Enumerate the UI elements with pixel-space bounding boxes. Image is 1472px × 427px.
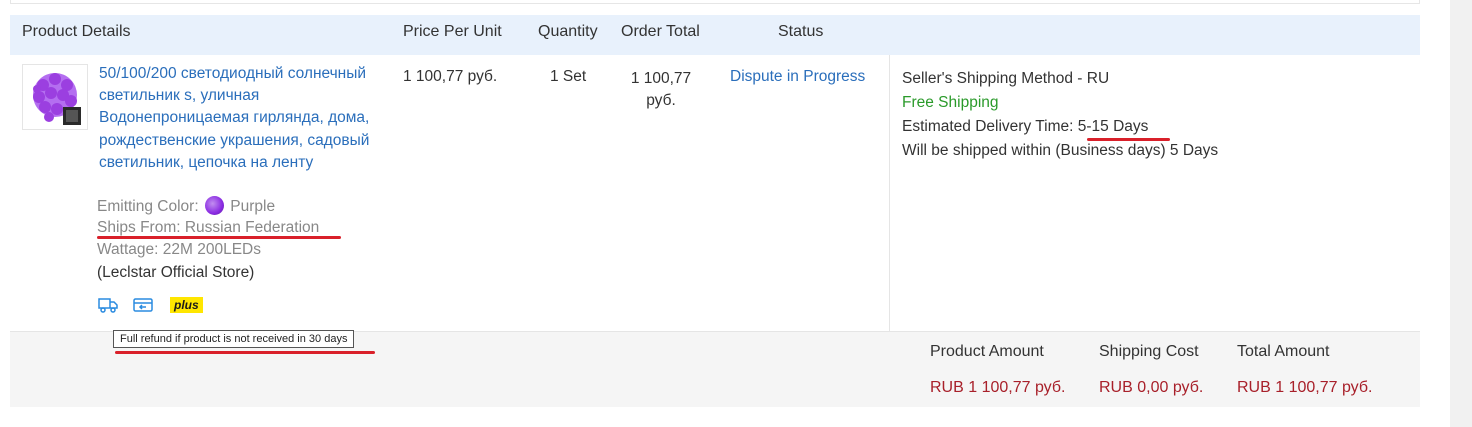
header-quantity: Quantity <box>538 23 598 40</box>
free-shipping: Free Shipping <box>902 94 999 111</box>
shipping-cost-label: Shipping Cost <box>1099 343 1199 360</box>
emitting-color-value: Purple <box>230 198 276 215</box>
header-status: Status <box>778 23 824 40</box>
estimated-delivery: Estimated Delivery Time: 5-15 Days <box>902 115 1218 139</box>
order-total-currency: руб. <box>646 92 676 109</box>
estimated-delivery-value: 5-15 Days <box>1077 118 1149 135</box>
quantity-value: 1 Set <box>550 68 587 85</box>
annotation-underline-delivery <box>1087 138 1170 141</box>
header-price-per-unit: Price Per Unit <box>403 23 502 40</box>
product-amount-value: RUB 1 100,77 руб. <box>930 379 1066 396</box>
shipping-info: Seller's Shipping Method - RU Free Shipp… <box>902 67 1218 163</box>
column-divider <box>889 55 890 331</box>
emitting-color: Emitting Color: Purple <box>97 196 275 216</box>
color-swatch <box>204 196 224 215</box>
dispute-status-link[interactable]: Dispute in Progress <box>730 68 865 86</box>
annotation-underline-ships-from <box>97 236 341 239</box>
order-total: 1 100,77 руб. <box>630 68 692 112</box>
order-total-amount: 1 100,77 <box>630 70 692 87</box>
wattage: Wattage: 22M 200LEDs <box>97 241 261 258</box>
table-header: Product Details Price Per Unit Quantity … <box>10 15 1420 55</box>
scrollbar[interactable] <box>1450 0 1472 427</box>
ship-within: Will be shipped within (Business days) 5… <box>902 142 1219 159</box>
emitting-color-label: Emitting Color: <box>97 198 199 215</box>
store-name[interactable]: (Leclstar Official Store) <box>97 264 254 282</box>
header-order-total: Order Total <box>621 23 700 40</box>
product-thumbnail[interactable] <box>22 64 88 130</box>
plus-badge: plus <box>170 297 203 313</box>
price-per-unit: 1 100,77 руб. <box>403 68 498 85</box>
total-amount-label: Total Amount <box>1237 343 1330 360</box>
table-row: 50/100/200 светодиодный солнечный светил… <box>10 55 1420 332</box>
product-title-link[interactable]: 50/100/200 светодиодный солнечный светил… <box>99 63 379 174</box>
card-return-icon[interactable] <box>132 296 154 314</box>
total-amount-value: RUB 1 100,77 руб. <box>1237 379 1373 396</box>
estimated-delivery-label: Estimated Delivery Time: <box>902 118 1074 135</box>
product-amount-label: Product Amount <box>930 343 1044 360</box>
order-page: Product Details Price Per Unit Quantity … <box>0 0 1472 427</box>
annotation-underline-tooltip <box>115 351 375 354</box>
service-icons: plus <box>98 296 203 314</box>
header-product-details: Product Details <box>22 23 131 40</box>
refund-tooltip: Full refund if product is not received i… <box>113 330 355 348</box>
ships-from: Ships From: Russian Federation <box>97 219 320 236</box>
shipping-method: Seller's Shipping Method - RU <box>902 70 1110 87</box>
shipping-cost-value: RUB 0,00 руб. <box>1099 379 1204 396</box>
delivery-truck-icon[interactable] <box>98 296 120 314</box>
top-border <box>10 0 1420 4</box>
